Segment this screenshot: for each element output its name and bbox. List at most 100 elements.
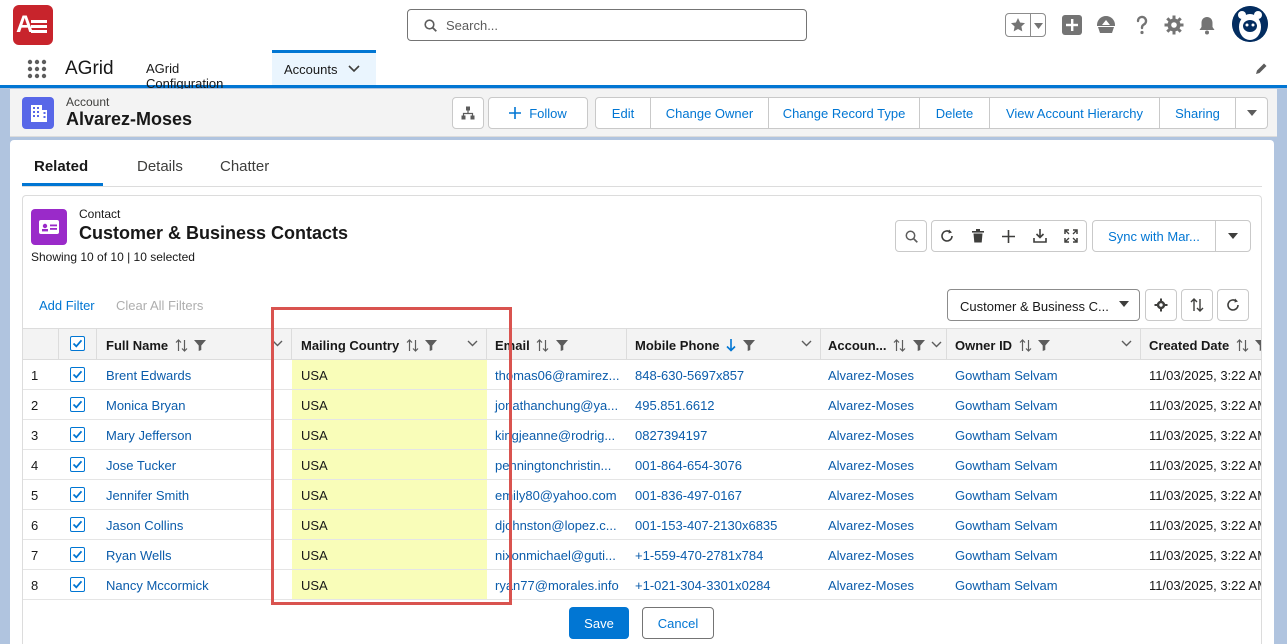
trailhead-icon[interactable] <box>1095 14 1117 36</box>
favorites-button[interactable] <box>1005 13 1046 37</box>
mobile-phone-cell[interactable]: +1-021-304-3301x0284 <box>627 570 821 599</box>
notifications-bell-icon[interactable] <box>1196 14 1218 36</box>
hierarchy-button[interactable] <box>452 97 484 129</box>
tab-details[interactable]: Details <box>137 158 183 175</box>
add-filter-link[interactable]: Add Filter <box>39 298 95 313</box>
table-row[interactable]: 6 Jason Collins USA djohnston@lopez.c... 001… <box>23 510 1261 540</box>
change-owner-button[interactable]: Change Owner <box>651 97 769 129</box>
mobile-phone-cell[interactable]: +1-559-470-2781x784 <box>627 540 821 569</box>
chevron-down-icon[interactable] <box>467 340 478 347</box>
table-row[interactable]: 3 Mary Jefferson USA kingjeanne@rodrig... 08… <box>23 420 1261 450</box>
mailing-country-cell[interactable]: USA <box>292 510 487 539</box>
nav-tab-accounts[interactable]: Accounts <box>272 50 376 85</box>
full-name-cell[interactable]: Jose Tucker <box>97 450 292 479</box>
delete-button[interactable]: Delete <box>920 97 990 129</box>
row-select-checkbox[interactable] <box>70 577 85 592</box>
edit-nav-pencil-icon[interactable] <box>1254 62 1268 76</box>
mailing-country-cell[interactable]: USA <box>292 390 487 419</box>
full-name-cell[interactable]: Monica Bryan <box>97 390 292 419</box>
owner-id-cell[interactable]: Gowtham Selvam <box>947 360 1141 389</box>
search-grid-button[interactable] <box>895 220 927 252</box>
row-select-checkbox[interactable] <box>70 367 85 382</box>
cancel-button[interactable]: Cancel <box>642 607 714 639</box>
filter-icon[interactable] <box>742 339 755 351</box>
mobile-phone-cell[interactable]: 495.851.6612 <box>627 390 821 419</box>
mailing-country-cell[interactable]: USA <box>292 450 487 479</box>
owner-id-cell[interactable]: Gowtham Selvam <box>947 390 1141 419</box>
column-header-mobile-phone[interactable]: Mobile Phone <box>627 329 821 360</box>
email-cell[interactable]: thomas06@ramirez... <box>487 360 627 389</box>
help-icon[interactable] <box>1131 14 1153 36</box>
email-cell[interactable]: nixonmichael@guti... <box>487 540 627 569</box>
sort-descending-icon[interactable] <box>726 339 736 352</box>
more-actions-button[interactable] <box>1236 97 1268 129</box>
chevron-down-icon[interactable] <box>931 341 942 348</box>
global-search[interactable] <box>407 9 807 41</box>
filter-icon[interactable] <box>194 339 207 351</box>
owner-id-cell[interactable]: Gowtham Selvam <box>947 570 1141 599</box>
account-cell[interactable]: Alvarez-Moses <box>821 540 947 569</box>
gear-icon[interactable] <box>1163 14 1185 36</box>
table-row[interactable]: 1 Brent Edwards USA thomas06@ramirez... 848-… <box>23 360 1261 390</box>
owner-id-cell[interactable]: Gowtham Selvam <box>947 480 1141 509</box>
sort-icon[interactable] <box>175 339 188 352</box>
sharing-button[interactable]: Sharing <box>1160 97 1236 129</box>
sort-icon[interactable] <box>893 339 906 352</box>
owner-id-cell[interactable]: Gowtham Selvam <box>947 450 1141 479</box>
account-cell[interactable]: Alvarez-Moses <box>821 510 947 539</box>
email-cell[interactable]: emily80@yahoo.com <box>487 480 627 509</box>
tab-related[interactable]: Related <box>34 158 88 175</box>
column-header-created-date[interactable]: Created Date <box>1141 329 1261 360</box>
sync-with-marketing-button[interactable]: Sync with Mar... <box>1092 220 1216 252</box>
account-cell[interactable]: Alvarez-Moses <box>821 450 947 479</box>
mailing-country-cell[interactable]: USA <box>292 360 487 389</box>
table-row[interactable]: 5 Jennifer Smith USA emily80@yahoo.com 001-8… <box>23 480 1261 510</box>
full-name-cell[interactable]: Nancy Mccormick <box>97 570 292 599</box>
filter-icon[interactable] <box>1038 339 1051 351</box>
chevron-down-icon[interactable] <box>1121 340 1132 347</box>
mailing-country-cell[interactable]: USA <box>292 570 487 599</box>
email-cell[interactable]: penningtonchristin... <box>487 450 627 479</box>
sort-icon[interactable] <box>1019 339 1032 352</box>
full-name-cell[interactable]: Mary Jefferson <box>97 420 292 449</box>
row-select-checkbox[interactable] <box>70 457 85 472</box>
row-select-checkbox[interactable] <box>70 397 85 412</box>
account-cell[interactable]: Alvarez-Moses <box>821 390 947 419</box>
email-cell[interactable]: kingjeanne@rodrig... <box>487 420 627 449</box>
full-name-cell[interactable]: Jennifer Smith <box>97 480 292 509</box>
mobile-phone-cell[interactable]: 001-153-407-2130x6835 <box>627 510 821 539</box>
full-name-cell[interactable]: Jason Collins <box>97 510 292 539</box>
email-cell[interactable]: ryan77@morales.info <box>487 570 627 599</box>
user-avatar[interactable] <box>1232 6 1268 42</box>
account-cell[interactable]: Alvarez-Moses <box>821 420 947 449</box>
account-cell[interactable]: Alvarez-Moses <box>821 480 947 509</box>
select-all-checkbox[interactable] <box>70 336 85 351</box>
expand-button[interactable] <box>1055 220 1087 252</box>
chevron-down-icon[interactable] <box>348 65 360 73</box>
edit-button[interactable]: Edit <box>595 97 651 129</box>
owner-id-cell[interactable]: Gowtham Selvam <box>947 540 1141 569</box>
account-cell[interactable]: Alvarez-Moses <box>821 360 947 389</box>
mailing-country-cell[interactable]: USA <box>292 480 487 509</box>
table-row[interactable]: 4 Jose Tucker USA penningtonchristin... 001-… <box>23 450 1261 480</box>
row-select-checkbox[interactable] <box>70 487 85 502</box>
app-logo[interactable]: A <box>13 5 53 45</box>
mailing-country-cell[interactable]: USA <box>292 540 487 569</box>
app-launcher-icon[interactable] <box>27 59 47 79</box>
mobile-phone-cell[interactable]: 848-630-5697x857 <box>627 360 821 389</box>
sync-options-button[interactable] <box>1215 220 1251 252</box>
owner-id-cell[interactable]: Gowtham Selvam <box>947 510 1141 539</box>
change-record-type-button[interactable]: Change Record Type <box>769 97 920 129</box>
chevron-down-icon[interactable] <box>1034 23 1043 29</box>
owner-id-cell[interactable]: Gowtham Selvam <box>947 420 1141 449</box>
filter-icon[interactable] <box>1255 339 1261 351</box>
list-view-select[interactable]: Customer & Business C... <box>947 289 1140 321</box>
add-row-button[interactable] <box>993 220 1025 252</box>
refresh-button[interactable] <box>931 220 963 252</box>
clear-all-filters-link[interactable]: Clear All Filters <box>116 298 203 313</box>
row-select-checkbox[interactable] <box>70 427 85 442</box>
mobile-phone-cell[interactable]: 001-836-497-0167 <box>627 480 821 509</box>
sort-icon[interactable] <box>406 339 419 352</box>
row-select-checkbox[interactable] <box>70 547 85 562</box>
row-select-checkbox[interactable] <box>70 517 85 532</box>
